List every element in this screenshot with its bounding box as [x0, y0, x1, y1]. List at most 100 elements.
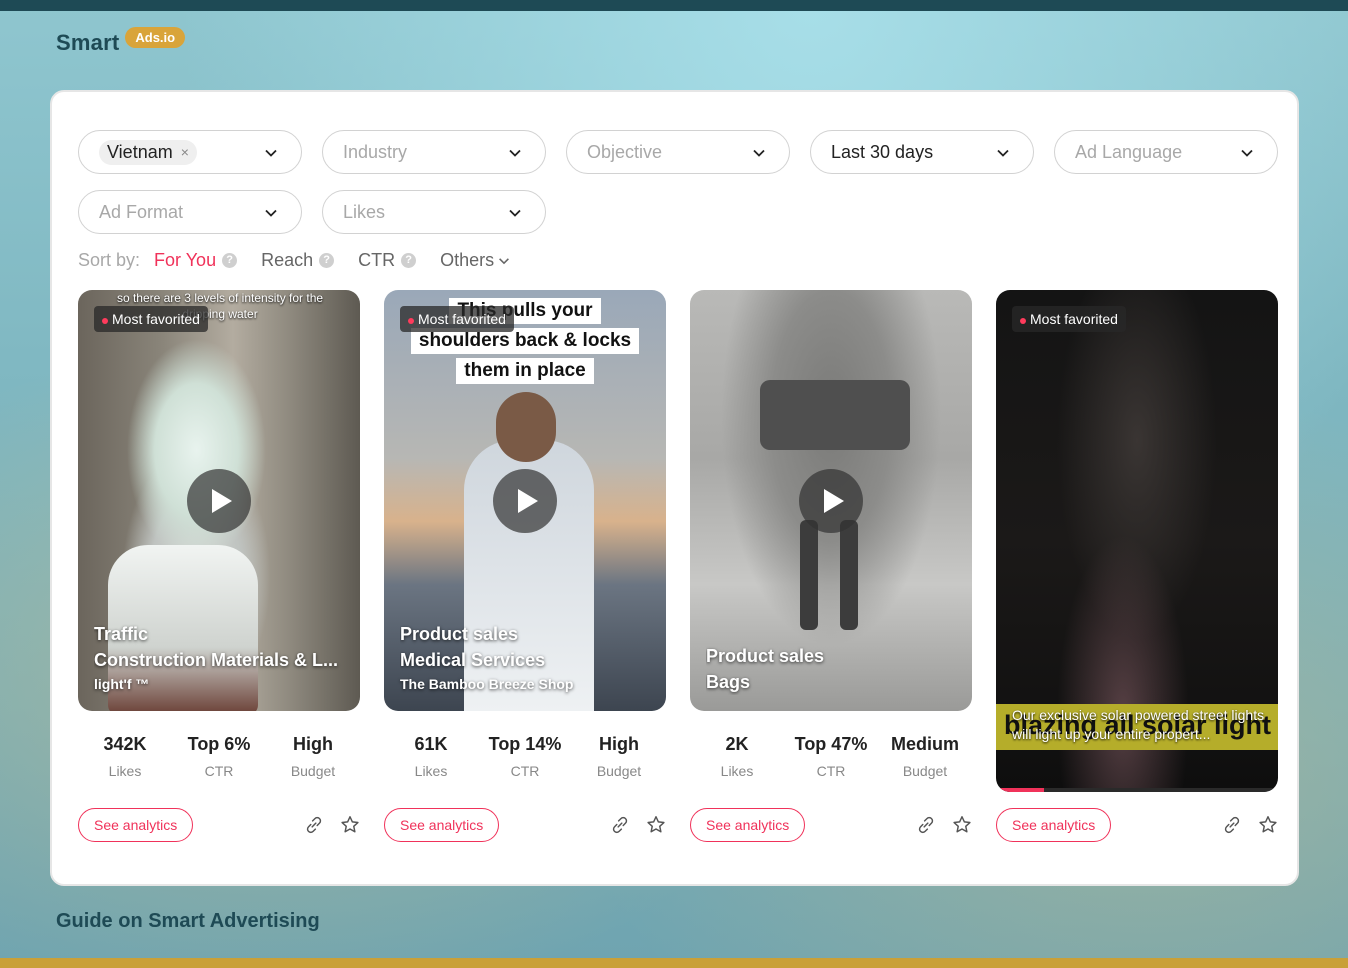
- stat-ctr: Top 6% CTR: [172, 734, 266, 779]
- stat-label: Likes: [414, 763, 448, 779]
- stat-label: Likes: [720, 763, 754, 779]
- see-analytics-button[interactable]: See analytics: [384, 808, 500, 842]
- help-icon[interactable]: ?: [401, 253, 417, 268]
- ad-caption: Product sales Bags: [706, 643, 958, 695]
- ad-brand: light'f ™: [94, 676, 150, 692]
- link-icon[interactable]: [915, 814, 937, 836]
- chevron-down-icon: [265, 149, 277, 157]
- sort-option-reach[interactable]: Reach ?: [261, 250, 335, 271]
- star-icon[interactable]: [645, 814, 667, 836]
- most-favorited-badge: Most favorited: [94, 306, 208, 332]
- see-analytics-button[interactable]: See analytics: [690, 808, 806, 842]
- stat-ctr: Top 47% CTR: [784, 734, 878, 779]
- stat-label: Budget: [902, 763, 948, 779]
- most-favorited-badge: Most favorited: [400, 306, 514, 332]
- see-analytics-button[interactable]: See analytics: [996, 808, 1112, 842]
- link-icon[interactable]: [1221, 814, 1243, 836]
- logo-badge: Ads.io: [125, 27, 186, 48]
- lock-image: [760, 380, 910, 450]
- period-filter[interactable]: Last 30 days: [810, 130, 1034, 174]
- industry-filter[interactable]: Industry: [322, 130, 546, 174]
- link-icon[interactable]: [609, 814, 631, 836]
- play-icon[interactable]: [799, 469, 863, 533]
- language-filter[interactable]: Ad Language: [1054, 130, 1278, 174]
- ad-objective: Product sales: [706, 646, 825, 666]
- help-icon[interactable]: ?: [222, 253, 238, 268]
- sort-option-others[interactable]: Others: [440, 250, 511, 271]
- stat-likes: 61K Likes: [384, 734, 478, 779]
- most-favorited-badge: Most favorited: [1012, 306, 1126, 332]
- chevron-down-icon: [509, 149, 521, 157]
- language-placeholder: Ad Language: [1075, 141, 1183, 162]
- person-head-image: [496, 392, 556, 462]
- sort-option-label: CTR: [358, 250, 396, 270]
- overlay-line: them in place: [456, 358, 594, 384]
- bottom-strip: [0, 958, 1348, 968]
- stat-budget: Medium Budget: [878, 734, 972, 779]
- star-icon[interactable]: [339, 814, 361, 836]
- ad-industry: Medical Services: [400, 650, 546, 670]
- link-icon[interactable]: [303, 814, 325, 836]
- chevron-down-icon: [1241, 149, 1253, 157]
- ad-video-thumbnail[interactable]: Product sales Bags: [690, 290, 972, 711]
- ad-video-player[interactable]: Most favorited blazing all solar light O…: [996, 290, 1278, 792]
- sort-option-ctr[interactable]: CTR ?: [358, 250, 417, 271]
- industry-placeholder: Industry: [343, 141, 408, 162]
- stat-budget: High Budget: [266, 734, 360, 779]
- sort-option-label: Others: [440, 250, 495, 270]
- see-analytics-button[interactable]: See analytics: [78, 808, 194, 842]
- stat-value: High: [599, 734, 639, 754]
- stat-label: CTR: [510, 763, 540, 779]
- sort-option-for-you[interactable]: For You ?: [154, 250, 238, 271]
- ad-caption: Product sales Medical Services The Bambo…: [400, 621, 652, 695]
- ad-video-thumbnail[interactable]: so there are 3 levels of intensity for t…: [78, 290, 360, 711]
- zipper-image: [800, 520, 818, 630]
- stat-ctr: Top 14% CTR: [478, 734, 572, 779]
- video-progress-track[interactable]: [996, 788, 1278, 792]
- zipper-image: [840, 520, 858, 630]
- help-icon[interactable]: ?: [319, 253, 335, 268]
- stat-label: Budget: [596, 763, 642, 779]
- stat-value: Top 47%: [794, 734, 868, 754]
- stat-label: CTR: [816, 763, 846, 779]
- guide-link[interactable]: Guide on Smart Advertising: [56, 910, 320, 933]
- video-caption-text: Our exclusive solar powered street light…: [1012, 707, 1265, 742]
- chip-remove-icon[interactable]: ×: [181, 144, 189, 160]
- format-filter[interactable]: Ad Format: [78, 190, 302, 234]
- country-filter[interactable]: Vietnam ×: [78, 130, 302, 174]
- ad-video-thumbnail[interactable]: This pulls your shoulders back & locks t…: [384, 290, 666, 711]
- chevron-down-icon: [499, 257, 510, 264]
- objective-filter[interactable]: Objective: [566, 130, 790, 174]
- objective-placeholder: Objective: [587, 141, 663, 162]
- stat-value: 61K: [414, 734, 448, 754]
- ad-actions: See analytics: [996, 808, 1278, 842]
- country-chip: Vietnam ×: [99, 139, 197, 165]
- play-icon[interactable]: [187, 469, 251, 533]
- chevron-down-icon: [753, 149, 765, 157]
- ads-panel: Vietnam × Industry Objective Last 30 day…: [50, 90, 1299, 886]
- period-value: Last 30 days: [831, 141, 934, 162]
- ad-industry: Bags: [706, 672, 751, 692]
- star-icon[interactable]: [1257, 814, 1279, 836]
- stat-value: High: [293, 734, 333, 754]
- stat-value: Top 6%: [187, 734, 251, 754]
- ad-industry: Construction Materials & L...: [94, 650, 339, 670]
- ad-stats: 61K Likes Top 14% CTR High Budget: [384, 734, 666, 779]
- likes-filter[interactable]: Likes: [322, 190, 546, 234]
- chevron-down-icon: [997, 149, 1009, 157]
- ad-objective: Traffic: [94, 624, 149, 644]
- ad-brand: The Bamboo Breeze Shop: [400, 676, 574, 692]
- ad-stats: 342K Likes Top 6% CTR High Budget: [78, 734, 360, 779]
- country-chip-label: Vietnam: [107, 141, 173, 162]
- ad-actions: See analytics: [384, 808, 666, 842]
- play-icon[interactable]: [493, 469, 557, 533]
- chevron-down-icon: [265, 209, 277, 217]
- ad-stats: 2K Likes Top 47% CTR Medium Budget: [690, 734, 972, 779]
- logo[interactable]: Smart Ads.io: [56, 27, 186, 56]
- sort-bar: Sort by: For You ? Reach ? CTR ? Others: [78, 250, 535, 271]
- likes-placeholder: Likes: [343, 201, 386, 222]
- sort-option-label: Reach: [261, 250, 314, 270]
- star-icon[interactable]: [951, 814, 973, 836]
- stat-value: Medium: [890, 734, 959, 754]
- stat-label: CTR: [204, 763, 234, 779]
